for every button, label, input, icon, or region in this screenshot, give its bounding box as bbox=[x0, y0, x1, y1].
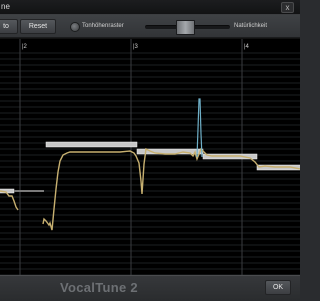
note-block[interactable] bbox=[45, 141, 138, 148]
measure-marker-4: |4 bbox=[244, 44, 250, 50]
auto-button[interactable]: to bbox=[0, 19, 18, 34]
brand-logo: VocalTune 2 bbox=[60, 280, 138, 295]
pitch-editor[interactable]: |2 |3 |4 bbox=[0, 38, 300, 276]
pitch-editor-canvas[interactable]: |2 |3 |4 bbox=[0, 39, 300, 276]
window-title: ne bbox=[1, 2, 10, 11]
pitch-grid-label: Tonhöhenraster bbox=[82, 23, 124, 29]
title-bar: ne x bbox=[0, 0, 300, 15]
note-tail bbox=[14, 190, 44, 192]
ok-button[interactable]: OK bbox=[265, 280, 291, 295]
toolbar: to Reset Tonhöhenraster Natürlichkeit bbox=[0, 15, 300, 38]
measure-marker-2: |2 bbox=[22, 44, 28, 50]
bottom-bar: VocalTune 2 OK bbox=[0, 275, 300, 301]
slider-thumb[interactable] bbox=[176, 20, 195, 35]
pitch-grid-radio-icon[interactable] bbox=[70, 22, 80, 32]
reset-button[interactable]: Reset bbox=[20, 19, 56, 34]
measure-marker-3: |3 bbox=[133, 44, 139, 50]
close-button[interactable]: x bbox=[281, 2, 294, 13]
naturalness-label: Natürlichkeit bbox=[234, 23, 268, 29]
naturalness-slider[interactable] bbox=[145, 20, 230, 35]
